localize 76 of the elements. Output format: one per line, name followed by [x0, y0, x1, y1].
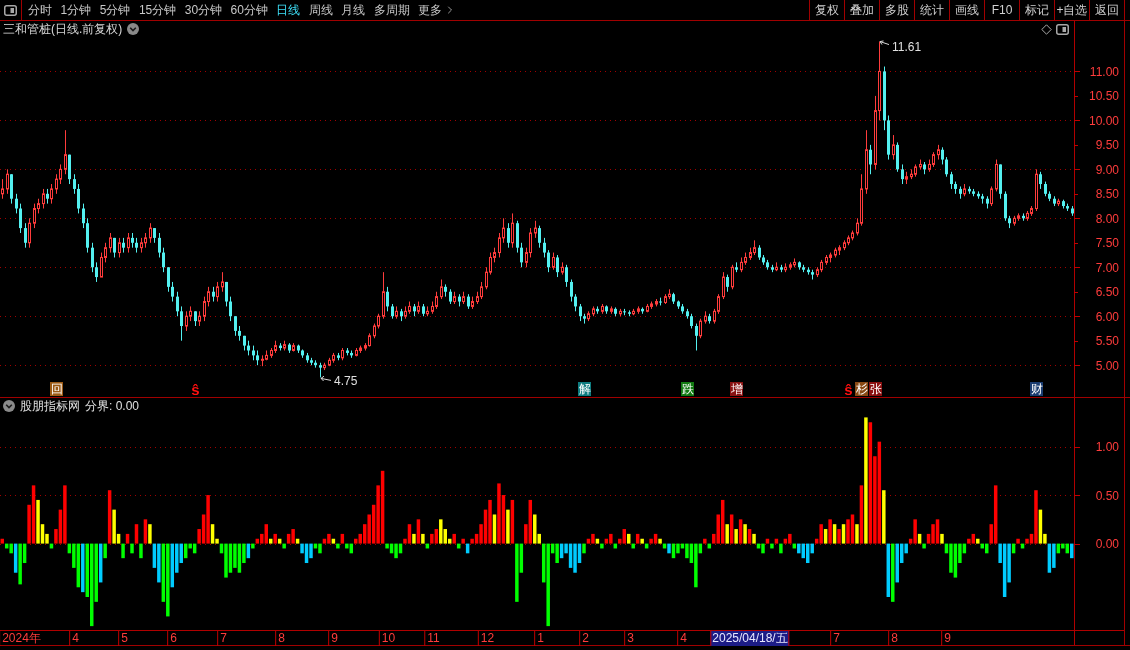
chart-title: 三和管桩(日线.前复权)	[3, 23, 123, 35]
date-axis-label: 4	[677, 631, 687, 646]
toolbar-button[interactable]: 统计	[914, 0, 949, 20]
price-axis-label: 6.00	[1095, 309, 1119, 324]
price-axis-label: 6.50	[1095, 285, 1119, 300]
date-axis-label: 12	[477, 631, 495, 646]
toolbar-button[interactable]: 多股	[879, 0, 914, 20]
period-tab[interactable]: 30分钟	[184, 4, 223, 16]
period-tab[interactable]: 60分钟	[230, 4, 268, 16]
date-axis-label: 6	[167, 631, 177, 646]
price-axis-label: 10.00	[1088, 113, 1119, 128]
period-tab[interactable]: 1分钟	[60, 4, 92, 16]
chevron-down-icon[interactable]	[3, 400, 15, 412]
event-badge[interactable]: 解	[578, 382, 591, 396]
date-axis-label: 2	[579, 631, 589, 646]
event-badge[interactable]: 张	[869, 382, 882, 396]
toolbar-button[interactable]: 标记	[1019, 0, 1054, 20]
date-axis-label: 7	[830, 631, 840, 646]
chevron-down-icon[interactable]	[127, 23, 140, 35]
diamond-icon[interactable]	[1041, 24, 1052, 35]
high-price-label: 11.61	[892, 39, 922, 54]
candlestick	[1071, 205, 1074, 217]
period-tab[interactable]: 5分钟	[99, 4, 131, 16]
date-axis-label: 4	[69, 631, 79, 646]
indicator-name: 股朋指标网	[20, 400, 80, 412]
event-badge[interactable]: 增	[730, 382, 743, 396]
date-axis-label: 2024年	[0, 631, 41, 646]
toolbar-button[interactable]: 画线	[949, 0, 984, 20]
price-axis-label: 9.00	[1095, 162, 1119, 177]
price-axis-label: 8.50	[1095, 187, 1119, 202]
toolbar-button[interactable]: +自选	[1054, 0, 1089, 20]
period-tab[interactable]: 月线	[341, 4, 366, 16]
date-axis-label: 11	[424, 631, 440, 646]
indicator-axis-label: 1.00	[1095, 440, 1119, 455]
event-badge[interactable]: 财	[1030, 382, 1043, 396]
event-badge[interactable]: 回	[50, 382, 63, 396]
event-badge[interactable]: 杉	[855, 382, 868, 396]
price-axis-label: 5.00	[1095, 358, 1119, 373]
date-axis-label: 8	[275, 631, 285, 646]
indicator-axis-label: 0.00	[1095, 537, 1119, 552]
price-axis-label: 7.50	[1095, 236, 1119, 251]
toolbar-button[interactable]: 返回	[1089, 0, 1124, 20]
pointer-arrow-icon	[320, 375, 332, 382]
period-tab[interactable]: 周线	[308, 4, 333, 16]
price-axis-label: 9.50	[1095, 138, 1119, 153]
date-axis-label: 7	[217, 631, 227, 646]
price-axis-label: 8.00	[1095, 211, 1119, 226]
toolbar-button[interactable]: F10	[984, 0, 1019, 20]
date-axis-label: 10	[378, 631, 396, 646]
cursor-date-label: 2025/04/18/五	[710, 631, 790, 646]
toolbar-button[interactable]: 叠加	[844, 0, 879, 20]
panel-icon[interactable]	[1056, 24, 1069, 35]
toolbar-button[interactable]: 复权	[809, 0, 844, 20]
event-badge[interactable]: 跌	[681, 382, 694, 396]
period-tab[interactable]: 分时	[28, 4, 52, 16]
date-axis-label: 3	[624, 631, 634, 646]
date-axis-label: 5	[118, 631, 128, 646]
more-menu-button[interactable]: 更多	[418, 4, 457, 16]
price-axis-label: 5.50	[1095, 334, 1119, 349]
indicator-parameter: 分界: 0.00	[85, 400, 140, 412]
pointer-arrow-icon	[879, 40, 890, 46]
date-axis-label: 8	[888, 631, 898, 646]
indicator-axis-label: 0.50	[1095, 488, 1119, 503]
price-axis-label: 10.50	[1088, 89, 1119, 104]
period-tab[interactable]: 15分钟	[138, 4, 177, 16]
date-axis-label: 9	[941, 631, 951, 646]
period-tab[interactable]: 日线	[276, 4, 301, 16]
low-price-label: 4.75	[334, 374, 358, 389]
price-axis-label: 11.00	[1089, 64, 1119, 79]
price-axis-label: 7.00	[1095, 260, 1119, 275]
date-axis-label: 9	[328, 631, 338, 646]
date-axis-label: 1	[534, 631, 544, 646]
period-tab[interactable]: 多周期	[373, 4, 410, 16]
panel-icon	[4, 4, 17, 16]
event-symbol[interactable]: ŝ	[191, 381, 200, 397]
event-symbol[interactable]: ŝ	[844, 381, 853, 397]
